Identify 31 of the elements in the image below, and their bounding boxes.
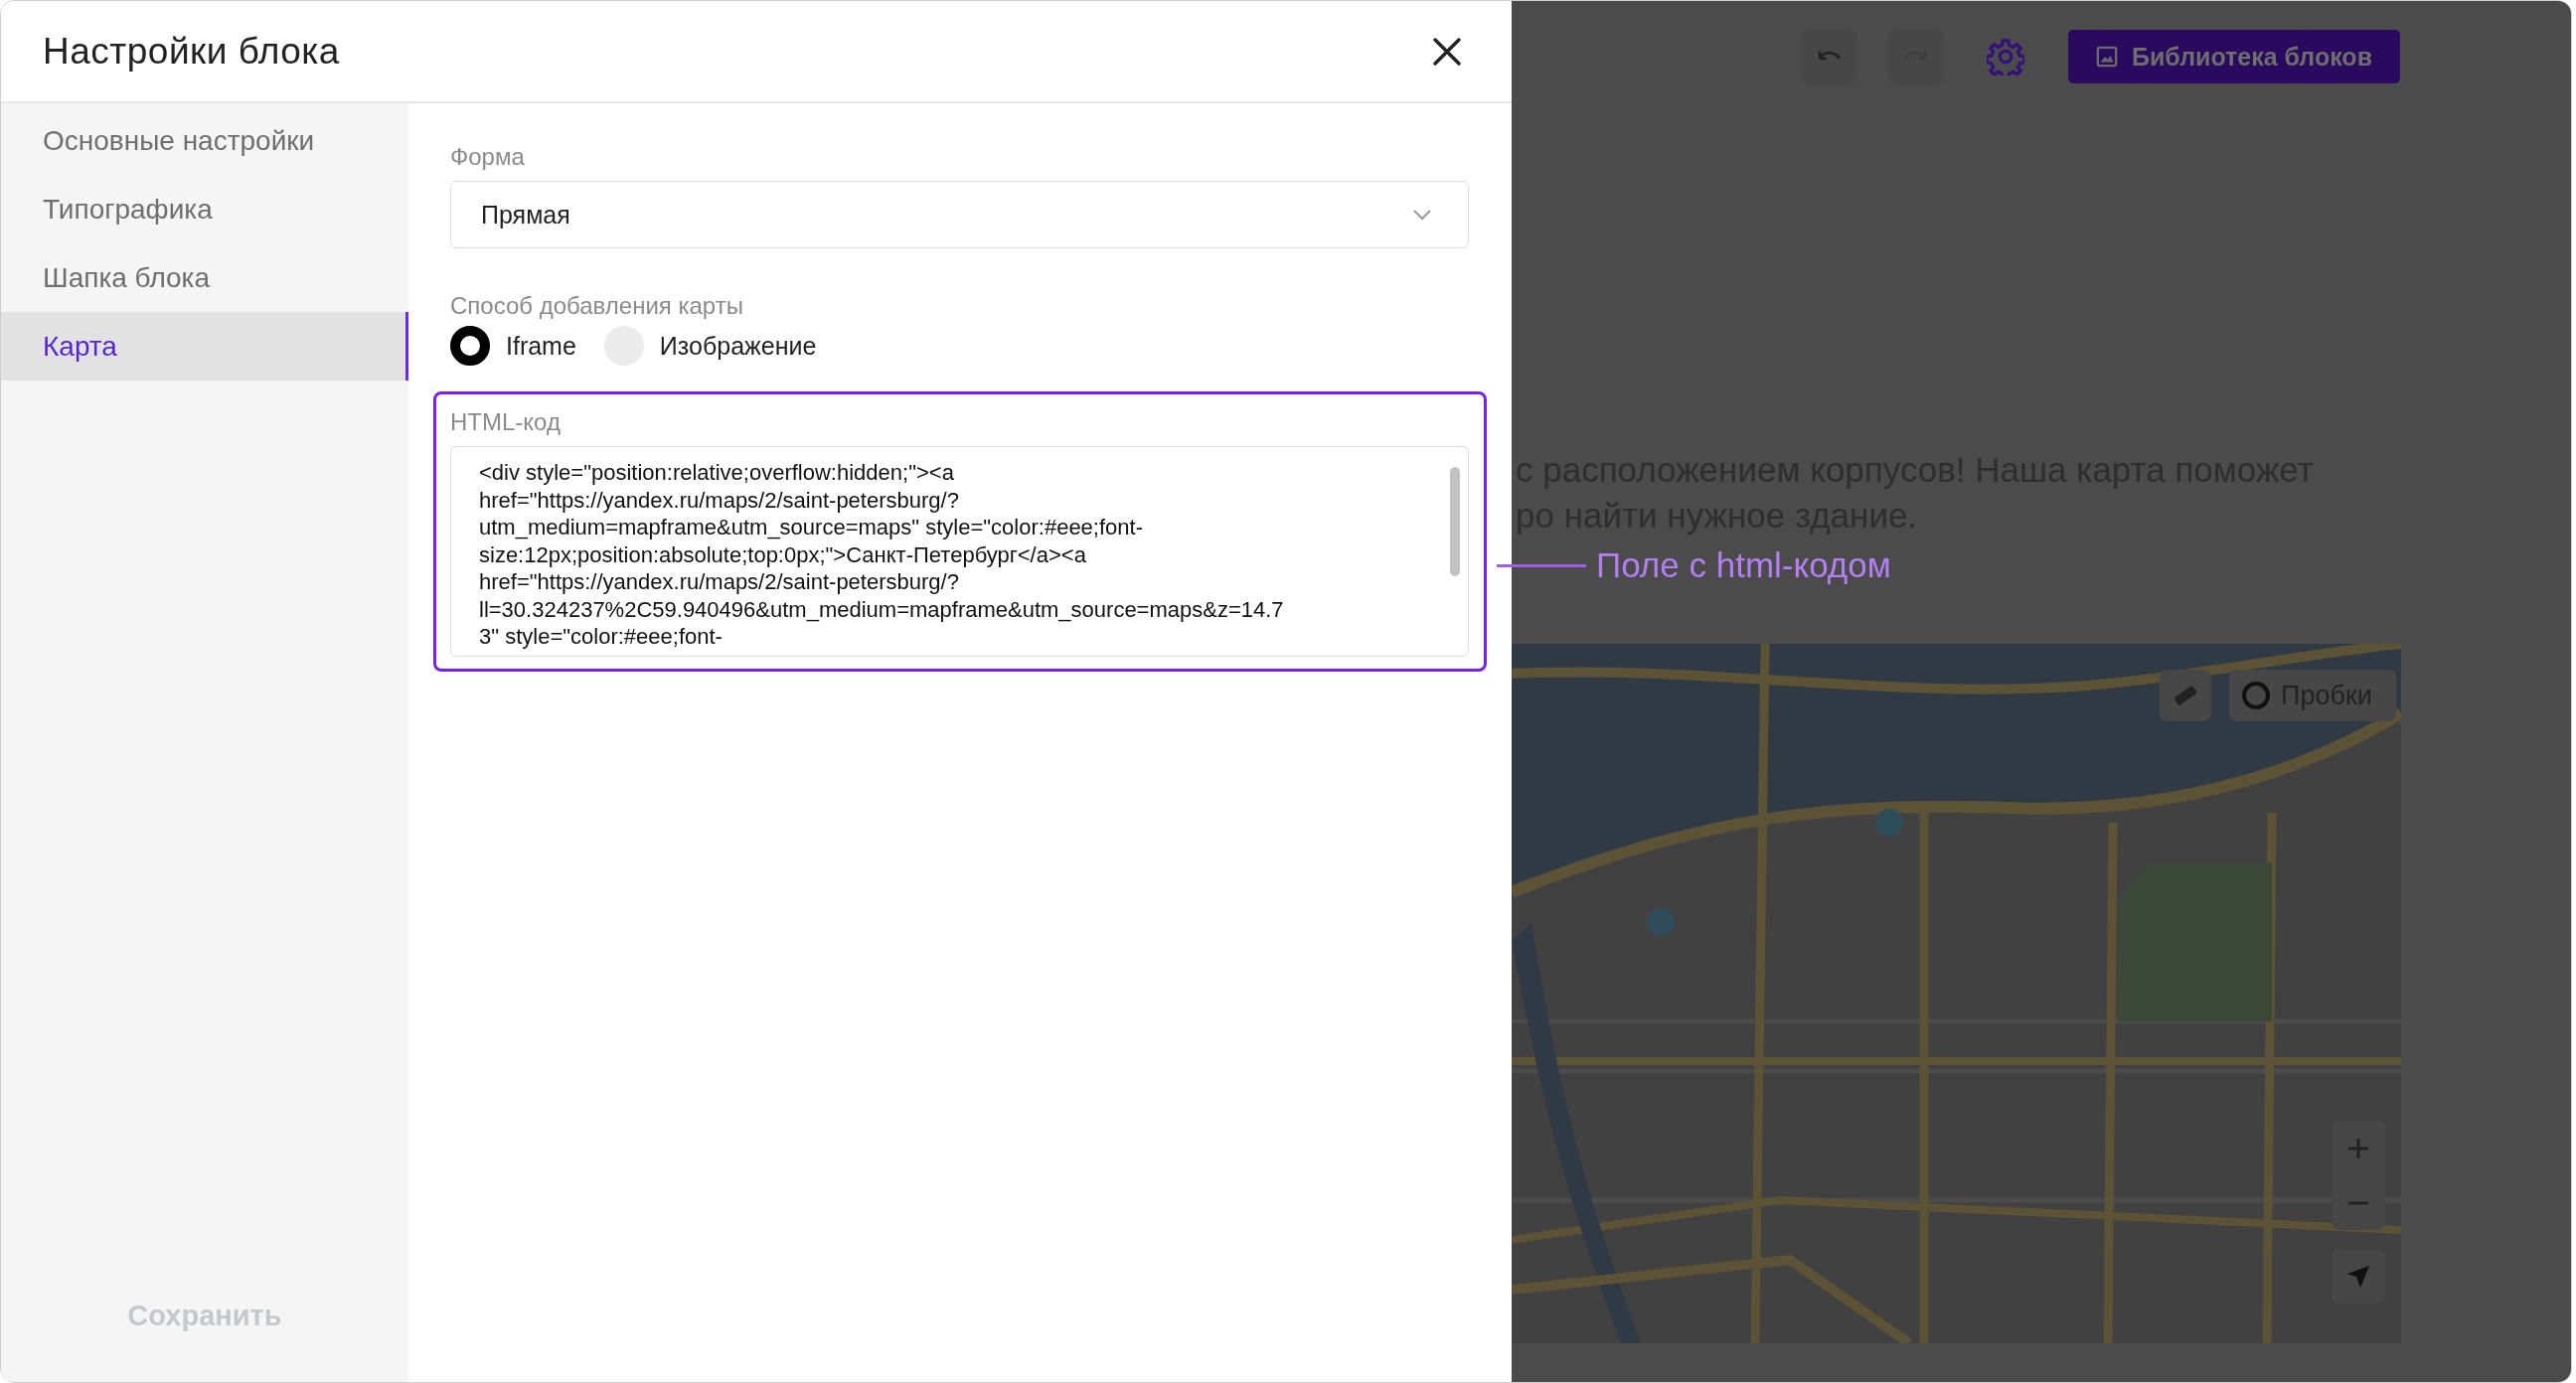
sidebar-item[interactable]: Типографика xyxy=(1,175,408,243)
radio-button[interactable] xyxy=(450,326,490,366)
code-line: <div style="position:relative;overflow:hidden;"><a xyxy=(479,459,954,487)
code-line: utm_medium=mapframe&utm_source=maps" style="color:#eee;font- xyxy=(479,514,1143,541)
field-label: Способ добавления карты xyxy=(450,292,743,320)
chevron-icon xyxy=(1412,209,1432,221)
zoom-in-icon[interactable] xyxy=(2346,1136,2370,1160)
undo-button[interactable] xyxy=(1801,29,1857,84)
dialog-title: Настройки блока xyxy=(43,30,340,73)
code-line: 3" style="color:#eee;font- xyxy=(479,623,723,651)
code-line: href="https://yandex.ru/maps/2/saint-petersburg/? xyxy=(479,486,959,514)
radio-label: Iframe xyxy=(506,331,576,361)
image-icon xyxy=(2095,46,2118,68)
radio-label: Изображение xyxy=(659,331,817,361)
scrollbar[interactable] xyxy=(1450,467,1460,576)
location-button[interactable] xyxy=(2332,1250,2385,1304)
sidebar-item[interactable]: Основные настройки xyxy=(1,106,408,175)
code-line: size:12px;position:absolute;top:0px;">Санкт-Петербург</a><a xyxy=(479,540,1086,568)
code-field[interactable] xyxy=(450,446,1469,657)
settings-icon[interactable] xyxy=(1986,38,2024,76)
close-icon[interactable] xyxy=(1432,36,1462,67)
field-label: HTML-код xyxy=(450,408,562,436)
sidebar-item[interactable]: Карта xyxy=(1,312,408,381)
sidebar-item[interactable]: Шапка блока xyxy=(1,243,408,312)
ruler-button[interactable] xyxy=(2160,670,2211,721)
code-line: href="https://yandex.ru/maps/2/saint-petersburg/? xyxy=(479,568,959,596)
field-label: Форма xyxy=(450,143,525,171)
block-library-button[interactable]: Библиотека блоков xyxy=(2067,30,2400,83)
code-line: ll=30.324237%2C59.940496&utm_medium=mapframe&utm_source=maps&z=14.7 xyxy=(479,595,1284,623)
shape-dropdown[interactable]: Прямая xyxy=(450,181,1469,248)
annotation-label: Поле с html-кодом xyxy=(1596,545,1891,585)
